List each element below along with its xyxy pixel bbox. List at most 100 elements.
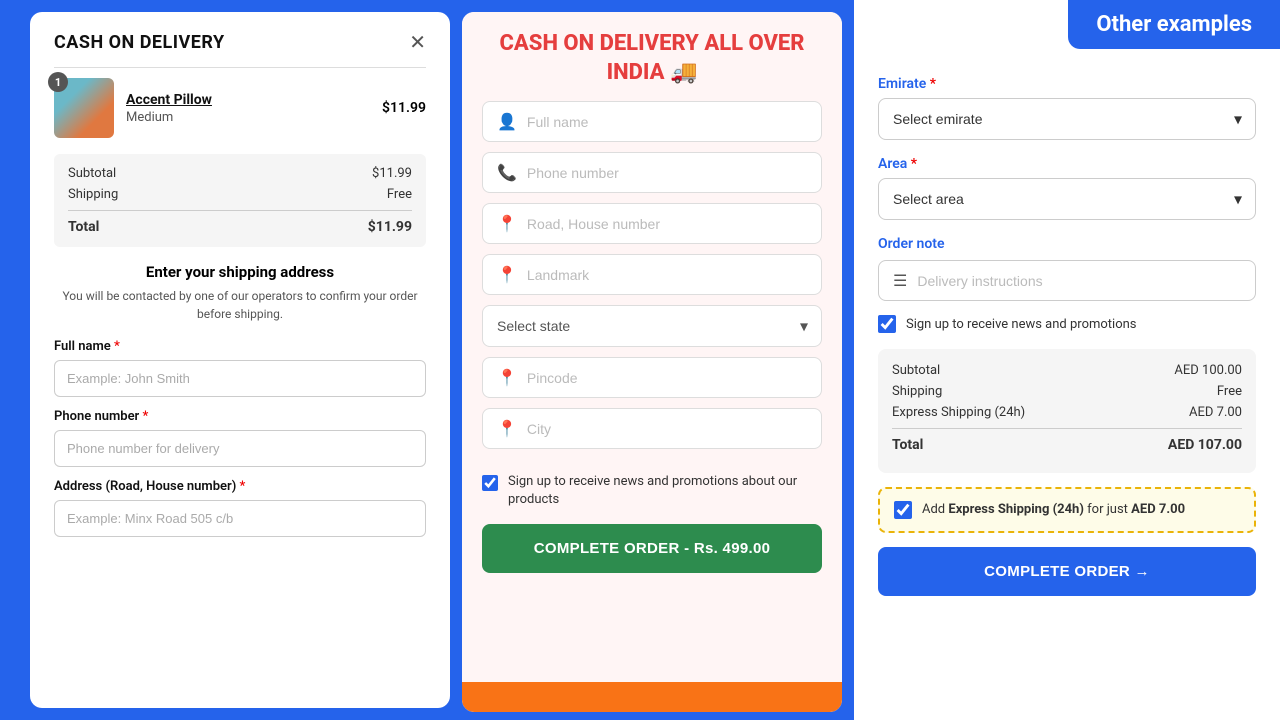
middle-header: CASH ON DELIVERY ALL OVER INDIA 🚚 xyxy=(462,12,842,101)
delivery-input-row: ☰ xyxy=(878,260,1256,301)
right-subtotal-row: Subtotal AED 100.00 xyxy=(892,363,1242,378)
middle-orange-bar xyxy=(462,682,842,712)
right-subtotal-value: AED 100.00 xyxy=(1174,363,1242,378)
phone-number-input[interactable] xyxy=(54,430,426,467)
middle-fullname-input[interactable] xyxy=(527,114,807,130)
right-shipping-label: Shipping xyxy=(892,384,942,399)
shipping-label: Shipping xyxy=(68,187,118,202)
middle-checkbox-row: Sign up to receive news and promotions a… xyxy=(462,473,842,509)
address-input[interactable] xyxy=(54,500,426,537)
close-button[interactable]: ✕ xyxy=(409,33,426,53)
shipping-row: Shipping Free xyxy=(68,187,412,202)
emirate-label: Emirate * xyxy=(878,76,1256,92)
middle-landmark-input[interactable] xyxy=(527,267,807,283)
middle-road-input[interactable] xyxy=(527,216,807,232)
subtotal-value: $11.99 xyxy=(372,166,412,181)
phone-number-field: Phone number * xyxy=(54,409,426,479)
total-row: Total $11.99 xyxy=(68,219,412,235)
header-divider xyxy=(54,67,426,68)
right-total-label: Total xyxy=(892,437,923,453)
landmark-row: 📍 xyxy=(482,254,822,295)
shipping-value: Free xyxy=(387,187,412,202)
area-select-wrap: Select area ▾ xyxy=(878,178,1256,220)
right-shipping-value: Free xyxy=(1217,384,1242,399)
subtotal-row: Subtotal $11.99 xyxy=(68,166,412,181)
city-row: 📍 xyxy=(482,408,822,449)
pincode-row: 📍 xyxy=(482,357,822,398)
area-select[interactable]: Select area xyxy=(878,178,1256,220)
total-label: Total xyxy=(68,219,99,235)
product-price: $11.99 xyxy=(382,100,426,116)
full-name-field: Full name * xyxy=(54,339,426,409)
right-signup-checkbox[interactable] xyxy=(878,315,896,333)
menu-icon: ☰ xyxy=(893,271,907,290)
product-variant: Medium xyxy=(126,110,212,125)
person-icon: 👤 xyxy=(497,112,517,131)
right-complete-button[interactable]: COMPLETE ORDER → xyxy=(878,547,1256,596)
left-panel-header: CASH ON DELIVERY ✕ xyxy=(54,32,426,53)
delivery-input[interactable] xyxy=(917,273,1241,289)
left-panel-title: CASH ON DELIVERY xyxy=(54,32,225,53)
product-image-wrap: 1 xyxy=(54,78,114,138)
full-name-label: Full name * xyxy=(54,339,426,354)
right-content: Emirate * Select emirate ▾ Area * Select… xyxy=(854,56,1280,616)
area-label: Area * xyxy=(878,156,1256,172)
middle-signup-checkbox[interactable] xyxy=(482,475,498,491)
middle-signup-label: Sign up to receive news and promotions a… xyxy=(508,473,822,509)
middle-form: 👤 📞 📍 📍 Select state ▾ 📍 📍 xyxy=(462,101,842,473)
address-label: Address (Road, House number) * xyxy=(54,479,426,494)
summary-divider xyxy=(68,210,412,211)
express-shipping-box: Add Express Shipping (24h) for just AED … xyxy=(878,487,1256,533)
order-note-label: Order note xyxy=(878,236,1256,252)
right-subtotal-label: Subtotal xyxy=(892,363,940,378)
emirate-select[interactable]: Select emirate xyxy=(878,98,1256,140)
total-value: $11.99 xyxy=(368,219,412,235)
phone-number-label: Phone number * xyxy=(54,409,426,424)
express-bold: Express Shipping (24h) xyxy=(948,502,1084,517)
express-amount: AED 7.00 xyxy=(1131,502,1185,517)
right-signup-row: Sign up to receive news and promotions xyxy=(878,315,1256,333)
right-express-label: Express Shipping (24h) xyxy=(892,405,1025,420)
location-icon-4: 📍 xyxy=(497,419,517,438)
shipping-desc: You will be contacted by one of our oper… xyxy=(54,287,426,323)
full-name-row: 👤 xyxy=(482,101,822,142)
phone-row: 📞 xyxy=(482,152,822,193)
right-shipping-row: Shipping Free xyxy=(892,384,1242,399)
right-signup-label: Sign up to receive news and promotions xyxy=(906,317,1137,332)
right-summary: Subtotal AED 100.00 Shipping Free Expres… xyxy=(878,349,1256,473)
product-name: Accent Pillow xyxy=(126,92,212,108)
shipping-heading: Enter your shipping address xyxy=(54,263,426,281)
express-shipping-text: Add Express Shipping (24h) for just AED … xyxy=(922,501,1185,519)
location-icon-3: 📍 xyxy=(497,368,517,387)
product-badge: 1 xyxy=(48,72,68,92)
right-summary-divider xyxy=(892,428,1242,429)
middle-pincode-input[interactable] xyxy=(527,370,807,386)
right-total-value: AED 107.00 xyxy=(1168,437,1242,453)
summary-table: Subtotal $11.99 Shipping Free Total $11.… xyxy=(54,154,426,247)
state-select-wrap: Select state ▾ xyxy=(482,305,822,347)
right-express-value: AED 7.00 xyxy=(1189,405,1242,420)
middle-phone-input[interactable] xyxy=(527,165,807,181)
road-row: 📍 xyxy=(482,203,822,244)
location-icon-2: 📍 xyxy=(497,265,517,284)
shipping-section: Enter your shipping address You will be … xyxy=(54,263,426,323)
other-examples-banner: Other examples xyxy=(1068,0,1280,49)
right-express-row: Express Shipping (24h) AED 7.00 xyxy=(892,405,1242,420)
state-select[interactable]: Select state xyxy=(482,305,822,347)
left-panel: CASH ON DELIVERY ✕ 1 Accent Pillow Mediu… xyxy=(30,12,450,708)
subtotal-label: Subtotal xyxy=(68,166,116,181)
product-row: 1 Accent Pillow Medium $11.99 xyxy=(54,78,426,138)
right-panel: Other examples Emirate * Select emirate … xyxy=(854,0,1280,720)
emirate-select-wrap: Select emirate ▾ xyxy=(878,98,1256,140)
middle-city-input[interactable] xyxy=(527,421,807,437)
full-name-input[interactable] xyxy=(54,360,426,397)
right-total-row: Total AED 107.00 xyxy=(892,437,1242,453)
middle-complete-button[interactable]: COMPLETE ORDER - Rs. 499.00 xyxy=(482,524,822,573)
middle-panel: CASH ON DELIVERY ALL OVER INDIA 🚚 👤 📞 📍 … xyxy=(462,12,842,712)
product-info: Accent Pillow Medium xyxy=(126,92,212,125)
middle-title: CASH ON DELIVERY ALL OVER INDIA 🚚 xyxy=(482,30,822,87)
location-icon-1: 📍 xyxy=(497,214,517,233)
express-shipping-checkbox[interactable] xyxy=(894,501,912,519)
address-field: Address (Road, House number) * xyxy=(54,479,426,549)
phone-icon: 📞 xyxy=(497,163,517,182)
